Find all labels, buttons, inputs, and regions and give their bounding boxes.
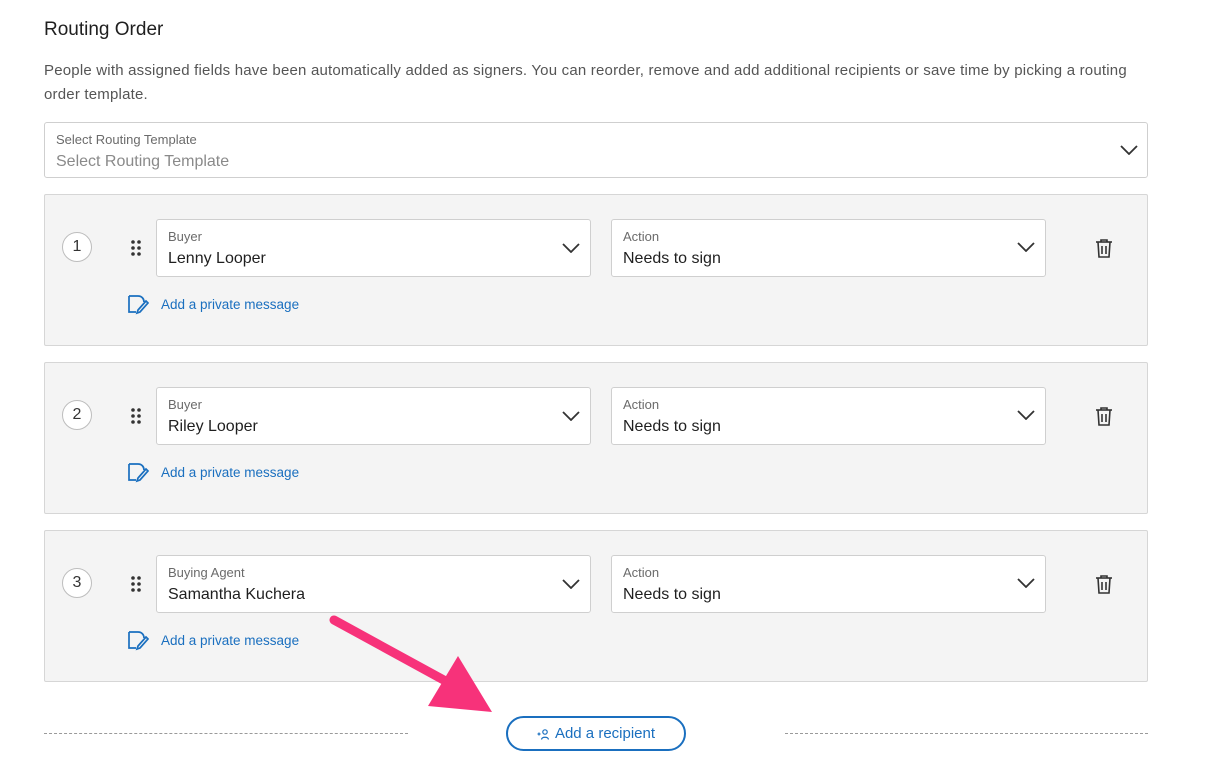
action-select[interactable]: Action Needs to sign	[611, 555, 1046, 613]
chevron-down-icon	[1017, 410, 1035, 420]
recipient-role: Buying Agent	[168, 565, 245, 580]
routing-number: 2	[62, 400, 92, 430]
edit-message-icon	[128, 463, 149, 483]
routing-template-select[interactable]: Select Routing Template Select Routing T…	[44, 122, 1148, 178]
action-value: Needs to sign	[623, 586, 721, 603]
drag-handle-icon[interactable]	[131, 408, 141, 424]
add-private-message-label: Add a private message	[161, 464, 300, 480]
add-private-message-link[interactable]: Add a private message	[127, 628, 299, 652]
edit-message-icon	[128, 631, 149, 651]
trash-icon[interactable]	[1095, 238, 1113, 258]
divider-left	[44, 733, 408, 734]
recipient-name: Riley Looper	[168, 418, 258, 435]
chevron-down-icon	[1017, 242, 1035, 252]
chevron-down-icon	[562, 411, 580, 421]
recipient-name: Lenny Looper	[168, 250, 266, 267]
recipient-name: Samantha Kuchera	[168, 586, 305, 603]
recipient-select[interactable]: Buyer Lenny Looper	[156, 219, 591, 277]
chevron-down-icon	[562, 579, 580, 589]
page-title: Routing Order	[44, 19, 164, 40]
recipient-role: Buyer	[168, 229, 202, 244]
routing-template-label: Select Routing Template	[56, 132, 197, 147]
chevron-down-icon	[1120, 145, 1138, 155]
add-recipient-button[interactable]: Add a recipient	[506, 716, 686, 751]
divider-right	[785, 733, 1148, 734]
add-private-message-link[interactable]: Add a private message	[127, 460, 299, 484]
recipient-row: 1 Buyer Lenny Looper Action Needs to sig…	[44, 194, 1148, 346]
add-private-message-link[interactable]: Add a private message	[127, 292, 299, 316]
action-select[interactable]: Action Needs to sign	[611, 387, 1046, 445]
add-recipient-label: Add a recipient	[554, 725, 656, 742]
action-value: Needs to sign	[623, 250, 721, 267]
drag-handle-icon[interactable]	[131, 240, 141, 256]
recipient-row: 2 Buyer Riley Looper Action Needs to sig…	[44, 362, 1148, 514]
chevron-down-icon	[1017, 578, 1035, 588]
section-description: People with assigned fields have been au…	[44, 62, 1127, 103]
edit-message-icon	[128, 295, 149, 315]
routing-number: 3	[62, 568, 92, 598]
routing-template-placeholder: Select Routing Template	[56, 153, 230, 170]
add-person-icon	[537, 728, 549, 740]
action-label: Action	[623, 565, 660, 580]
action-value: Needs to sign	[623, 418, 721, 435]
recipient-role: Buyer	[168, 397, 202, 412]
action-select[interactable]: Action Needs to sign	[611, 219, 1046, 277]
action-label: Action	[623, 229, 660, 244]
recipient-select[interactable]: Buyer Riley Looper	[156, 387, 591, 445]
add-private-message-label: Add a private message	[161, 296, 300, 312]
recipient-row: 3 Buying Agent Samantha Kuchera Action N…	[44, 530, 1148, 682]
add-private-message-label: Add a private message	[161, 632, 300, 648]
routing-number: 1	[62, 232, 92, 262]
action-label: Action	[623, 397, 660, 412]
chevron-down-icon	[562, 243, 580, 253]
drag-handle-icon[interactable]	[131, 576, 141, 592]
trash-icon[interactable]	[1095, 406, 1113, 426]
recipient-select[interactable]: Buying Agent Samantha Kuchera	[156, 555, 591, 613]
trash-icon[interactable]	[1095, 574, 1113, 594]
